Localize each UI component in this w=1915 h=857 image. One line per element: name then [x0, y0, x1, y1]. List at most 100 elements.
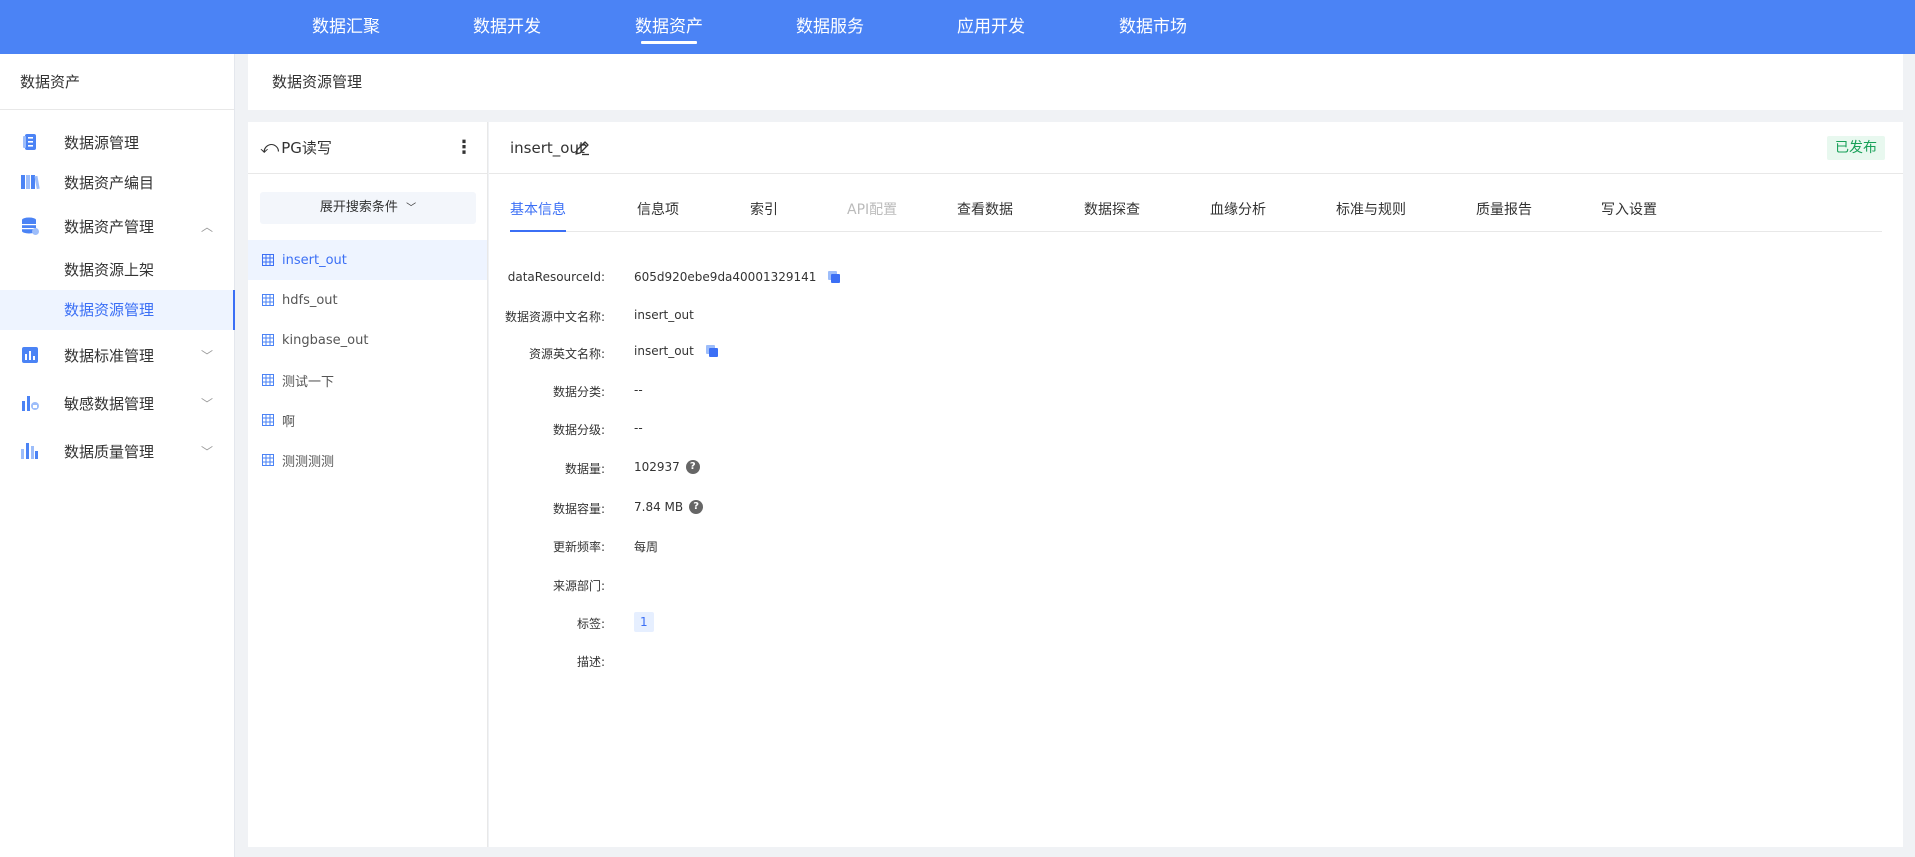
tab-api-config[interactable]: API配置: [847, 188, 897, 232]
status-badge: 已发布: [1827, 136, 1885, 160]
nav-data-services[interactable]: 数据服务: [795, 0, 865, 54]
field-value-en-name: insert_out: [634, 344, 718, 358]
copy-icon[interactable]: [828, 271, 841, 283]
help-icon[interactable]: ?: [689, 500, 704, 514]
list-panel-header: ⤺ PG读写 ⋮: [248, 122, 487, 174]
list-item[interactable]: 啊: [248, 400, 487, 440]
tab-basic-info[interactable]: 基本信息: [510, 188, 566, 232]
list-item[interactable]: kingbase_out: [248, 320, 487, 360]
table-icon: [262, 414, 274, 426]
field-label-en-name: 资源英文名称:: [528, 347, 605, 361]
list-item-label: 啊: [282, 414, 296, 430]
field-label-description: 描述:: [576, 655, 605, 669]
chevron-down-icon: ﹀: [200, 444, 213, 459]
chevron-up-icon: ︿: [200, 219, 213, 234]
sensitive-data-icon: [22, 396, 39, 411]
field-label-data-count: 数据量:: [564, 462, 605, 476]
chevron-down-icon: ﹀: [406, 203, 417, 214]
expand-filter-button[interactable]: 展开搜索条件 ﹀: [260, 192, 476, 224]
list-item-label: hdfs_out: [282, 292, 338, 308]
list-item[interactable]: 测测测测: [248, 440, 487, 480]
field-label-capacity: 数据容量:: [552, 502, 605, 516]
en-name-text: insert_out: [634, 344, 694, 358]
tab-standards-rules[interactable]: 标准与规则: [1336, 188, 1406, 232]
field-value-grade: --: [634, 421, 643, 435]
field-value-frequency: 每周: [634, 540, 659, 554]
edit-pencil-icon[interactable]: [573, 139, 591, 157]
sidebar-item-label: 数据源管理: [64, 133, 140, 152]
field-label-grade: 数据分级:: [552, 423, 605, 437]
sidebar-title: 数据资产: [0, 54, 234, 110]
back-arrow-icon[interactable]: ⤺: [260, 137, 279, 158]
standard-chart-icon: [22, 347, 38, 363]
list-item[interactable]: insert_out: [248, 240, 487, 280]
field-label-resource-id: dataResourceId:: [507, 270, 605, 284]
sidebar-item-label: 数据质量管理: [64, 442, 155, 461]
table-icon: [262, 454, 274, 466]
resource-detail-panel: insert_out 已发布 基本信息 信息项 索引 API配置 查看数据 数据…: [489, 122, 1903, 847]
nav-data-aggregation[interactable]: 数据汇聚: [311, 0, 381, 54]
tab-quality-report[interactable]: 质量报告: [1476, 188, 1532, 232]
sidebar-sub-resource-listing[interactable]: 数据资源上架: [0, 250, 235, 290]
list-item[interactable]: 测试一下: [248, 360, 487, 400]
list-item-label: 测测测测: [282, 454, 335, 470]
nav-data-assets[interactable]: 数据资产: [634, 0, 704, 54]
table-icon: [262, 294, 274, 306]
field-label-source-dept: 来源部门:: [552, 579, 605, 593]
field-value-capacity: 7.84 MB ?: [634, 500, 704, 514]
top-navigation: 数据汇聚 数据开发 数据资产 数据服务 应用开发 数据市场: [0, 0, 1915, 54]
capacity-text: 7.84 MB: [634, 500, 684, 514]
table-icon: [262, 254, 274, 266]
sidebar-item-label: 数据资产管理: [64, 217, 155, 236]
resource-id-text: 605d920ebe9da40001329141: [634, 270, 817, 284]
sidebar-item-datasource[interactable]: 数据源管理: [0, 122, 235, 162]
tab-write-settings[interactable]: 写入设置: [1601, 188, 1657, 232]
field-value-category: --: [634, 383, 643, 397]
field-value-tags: 1: [634, 612, 654, 632]
list-item-label: kingbase_out: [282, 332, 369, 348]
help-icon[interactable]: ?: [685, 460, 700, 474]
chevron-down-icon: ﹀: [200, 396, 213, 411]
data-count-text: 102937: [634, 460, 680, 474]
sidebar-item-sensitive[interactable]: 敏感数据管理 ﹀: [0, 383, 235, 423]
sidebar-item-catalog[interactable]: 数据资产编目: [0, 162, 235, 202]
chevron-down-icon: ﹀: [200, 348, 213, 363]
field-label-cn-name: 数据资源中文名称:: [504, 310, 605, 324]
tab-data-explore[interactable]: 数据探查: [1084, 188, 1140, 232]
expand-filter-label: 展开搜索条件: [319, 200, 398, 215]
tab-view-data[interactable]: 查看数据: [957, 188, 1013, 232]
nav-app-development[interactable]: 应用开发: [956, 0, 1026, 54]
sidebar-item-standard[interactable]: 数据标准管理 ﹀: [0, 335, 235, 375]
more-vertical-icon[interactable]: ⋮: [455, 137, 473, 158]
tab-lineage[interactable]: 血缘分析: [1210, 188, 1266, 232]
quality-icon: [21, 443, 38, 459]
nav-data-development[interactable]: 数据开发: [472, 0, 542, 54]
sidebar-item-label: 敏感数据管理: [64, 394, 155, 413]
list-panel-title: PG读写: [281, 139, 332, 157]
sidebar-item-asset-manage[interactable]: 数据资产管理 ︿: [0, 206, 235, 246]
tab-index[interactable]: 索引: [750, 188, 778, 232]
list-item[interactable]: hdfs_out: [248, 280, 487, 320]
database-icon: [23, 134, 36, 150]
nav-data-market[interactable]: 数据市场: [1118, 0, 1188, 54]
sidebar-item-label: 数据资产编目: [64, 173, 155, 192]
table-icon: [262, 334, 274, 346]
copy-icon[interactable]: [705, 345, 718, 357]
field-value-resource-id: 605d920ebe9da40001329141: [634, 270, 841, 284]
tab-info-items[interactable]: 信息项: [637, 188, 679, 232]
sidebar-item-label: 数据标准管理: [64, 346, 155, 365]
list-item-label: 测试一下: [282, 374, 335, 390]
sidebar-item-quality[interactable]: 数据质量管理 ﹀: [0, 431, 235, 471]
sidebar-sub-resource-manage[interactable]: 数据资源管理: [0, 290, 235, 330]
table-icon: [262, 374, 274, 386]
field-label-tags: 标签:: [576, 617, 605, 631]
sidebar: 数据资产 数据源管理 数据资产编目 数据资产管理 ︿ 数据资源上架 数据资源管理…: [0, 54, 235, 857]
field-value-data-count: 102937 ?: [634, 460, 700, 474]
detail-header: insert_out 已发布: [489, 122, 1903, 174]
list-item-label: insert_out: [282, 252, 347, 268]
field-label-category: 数据分类:: [552, 385, 605, 399]
tag-badge: 1: [634, 612, 654, 632]
breadcrumb: 数据资源管理: [248, 54, 1903, 110]
db-manage-icon: [22, 217, 39, 235]
catalog-icon: [21, 175, 40, 190]
